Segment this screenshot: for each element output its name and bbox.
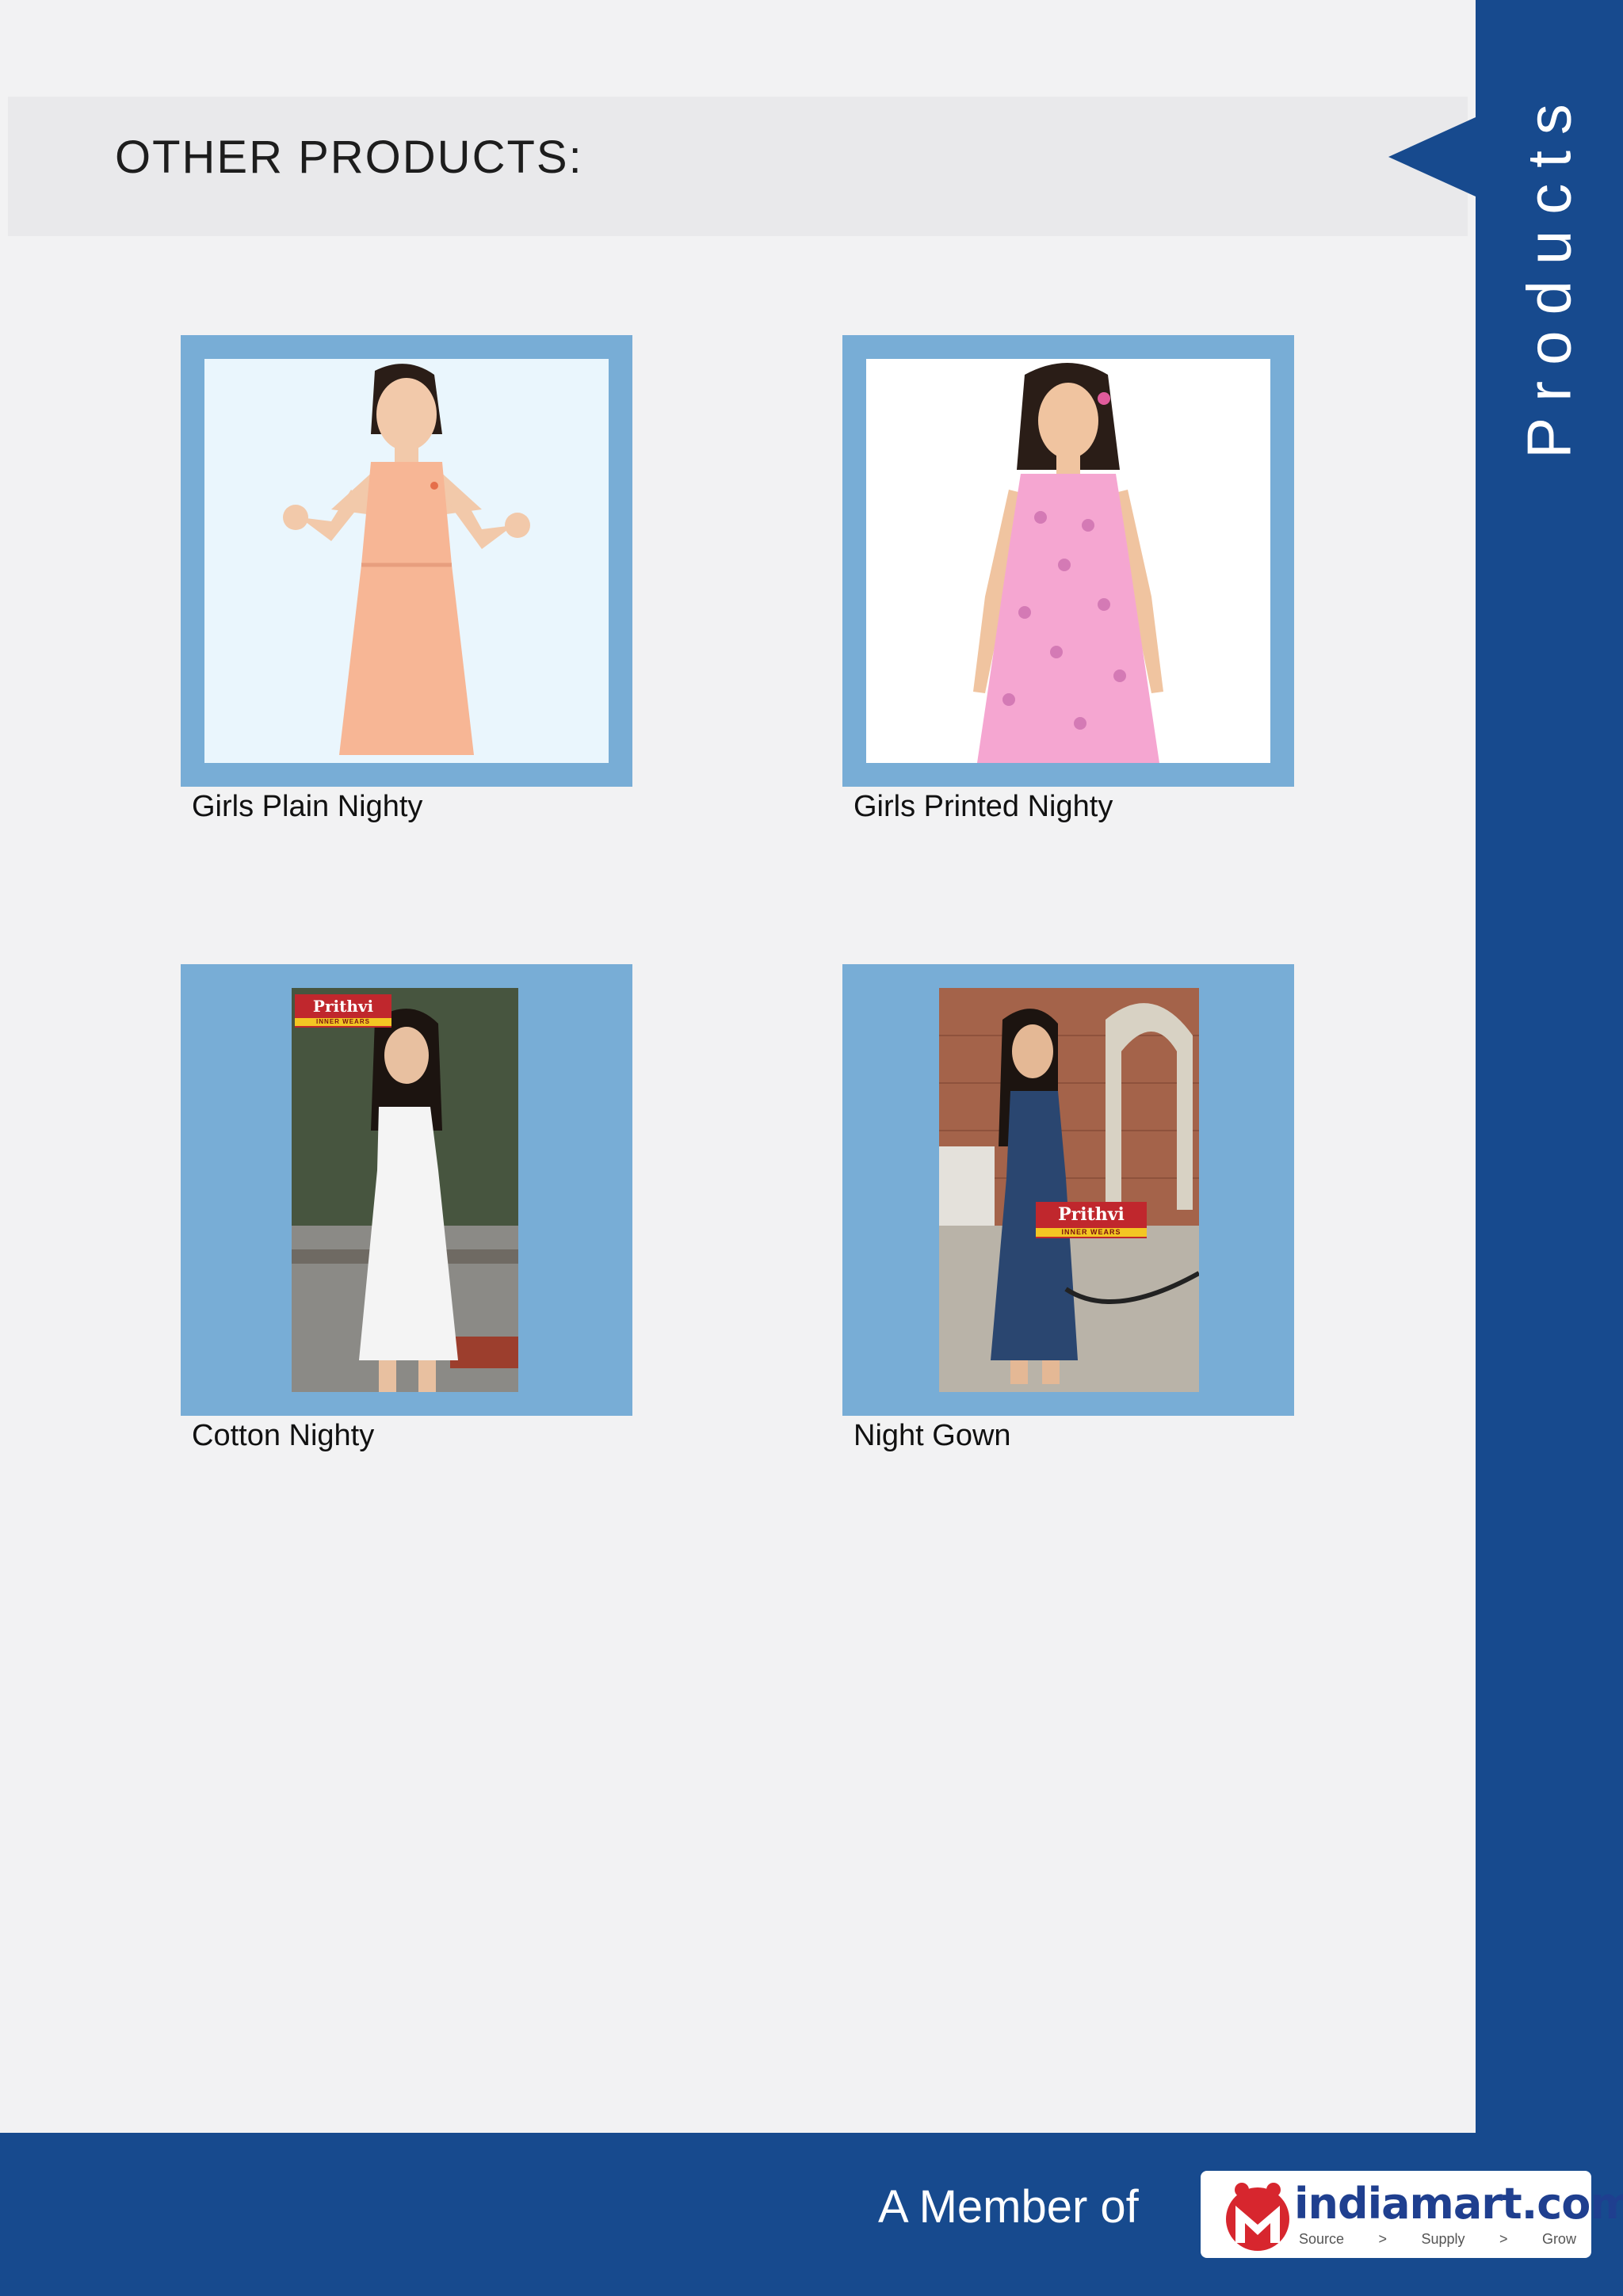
girl-peach-dress-image (204, 359, 609, 763)
sidebar-pointer-arrow (1388, 117, 1476, 196)
indiamart-wordmark: indiamart.com (1294, 2179, 1623, 2229)
product-card-girls-printed-nighty[interactable] (842, 335, 1294, 787)
sidebar-label: Products (1514, 88, 1584, 459)
product-photo: Prithvi INNER WEARS (292, 988, 518, 1392)
indiamart-m-icon (1226, 2183, 1289, 2251)
product-caption: Girls Printed Nighty (854, 790, 1113, 823)
product-card-night-gown[interactable]: Prithvi INNER WEARS (842, 964, 1294, 1416)
product-card-cotton-nighty[interactable]: Prithvi INNER WEARS (181, 964, 632, 1416)
page-title: OTHER PRODUCTS: (115, 132, 583, 183)
prithvi-brand-badge: Prithvi INNER WEARS (295, 994, 391, 1028)
indiamart-logo[interactable]: indiamart.com Source > Supply > Grow (1201, 2171, 1623, 2258)
woman-navy-gown-image (939, 988, 1199, 1392)
product-photo: Prithvi INNER WEARS (939, 988, 1199, 1392)
product-caption: Night Gown (854, 1419, 1011, 1452)
indiamart-tagline: Source > Supply > Grow (1299, 2231, 1576, 2247)
girl-pink-printed-dress-image (866, 359, 1270, 763)
product-photo (204, 359, 609, 763)
member-of-text: A Member of (878, 2181, 1139, 2233)
prithvi-brand-badge: Prithvi INNER WEARS (1036, 1202, 1147, 1238)
woman-white-nighty-image (292, 988, 518, 1392)
product-card-girls-plain-nighty[interactable] (181, 335, 632, 787)
product-photo (866, 359, 1270, 763)
product-caption: Girls Plain Nighty (192, 790, 423, 823)
product-caption: Cotton Nighty (192, 1419, 375, 1452)
